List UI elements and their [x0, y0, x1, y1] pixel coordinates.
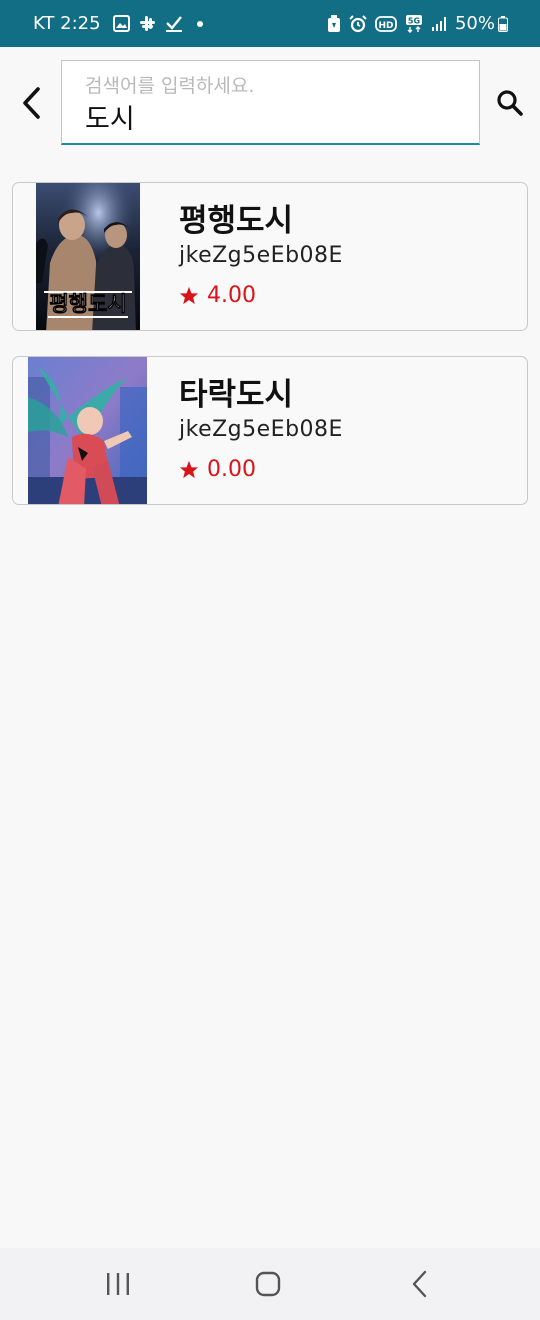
svg-text:5G: 5G: [408, 16, 420, 25]
search-input[interactable]: 검색어를 입력하세요. 도시: [61, 60, 480, 145]
cover-title-text: 평행도시: [49, 292, 126, 316]
back-nav-button[interactable]: [400, 1264, 440, 1304]
card-title: 타락도시: [179, 377, 294, 413]
recent-apps-icon: [107, 1273, 129, 1295]
battery-saver-icon: [327, 14, 341, 33]
5g-icon: 5G: [405, 14, 423, 33]
battery-percent: 50%: [454, 13, 495, 34]
home-button[interactable]: [248, 1264, 288, 1304]
cover-image: [28, 357, 147, 504]
card-rating: 0.00: [179, 457, 256, 482]
cover-image: 평행도시: [36, 183, 140, 330]
search-header: 검색어를 입력하세요. 도시: [0, 47, 540, 157]
chevron-left-icon: [23, 87, 40, 119]
card-rating: 4.00: [179, 283, 256, 308]
hd-icon: HD: [375, 15, 397, 32]
star-icon: [179, 460, 199, 479]
carrier-time: KT 2:25: [33, 13, 101, 34]
check-icon: [165, 15, 183, 32]
search-button[interactable]: [494, 87, 526, 119]
status-bar: KT 2:25 HD 5G 50%: [0, 0, 540, 47]
card-title: 평행도시: [179, 203, 294, 239]
search-results: 평행도시 평행도시 jkeZg5eEb08E 4.00 타락도시 jkeZg5e…: [12, 182, 528, 530]
search-placeholder: 검색어를 입력하세요.: [85, 75, 255, 97]
slack-icon: [139, 15, 156, 32]
recent-apps-button[interactable]: [98, 1264, 138, 1304]
notification-dot: [196, 20, 203, 27]
signal-icon: [431, 16, 447, 32]
rating-value: 0.00: [207, 457, 256, 482]
back-button[interactable]: [16, 85, 46, 121]
rating-value: 4.00: [207, 283, 256, 308]
battery-icon: [498, 15, 508, 32]
search-icon: [497, 90, 523, 116]
card-author: jkeZg5eEb08E: [179, 417, 343, 442]
card-author: jkeZg5eEb08E: [179, 243, 343, 268]
back-icon: [412, 1270, 427, 1298]
home-icon: [255, 1271, 281, 1297]
result-card[interactable]: 타락도시 jkeZg5eEb08E 0.00: [12, 356, 528, 505]
star-icon: [179, 286, 199, 305]
search-value[interactable]: 도시: [85, 97, 135, 136]
svg-text:HD: HD: [378, 21, 393, 31]
gallery-icon: [112, 15, 130, 32]
result-card[interactable]: 평행도시 평행도시 jkeZg5eEb08E 4.00: [12, 182, 528, 331]
alarm-icon: [349, 14, 367, 33]
system-nav-bar: [0, 1248, 540, 1320]
